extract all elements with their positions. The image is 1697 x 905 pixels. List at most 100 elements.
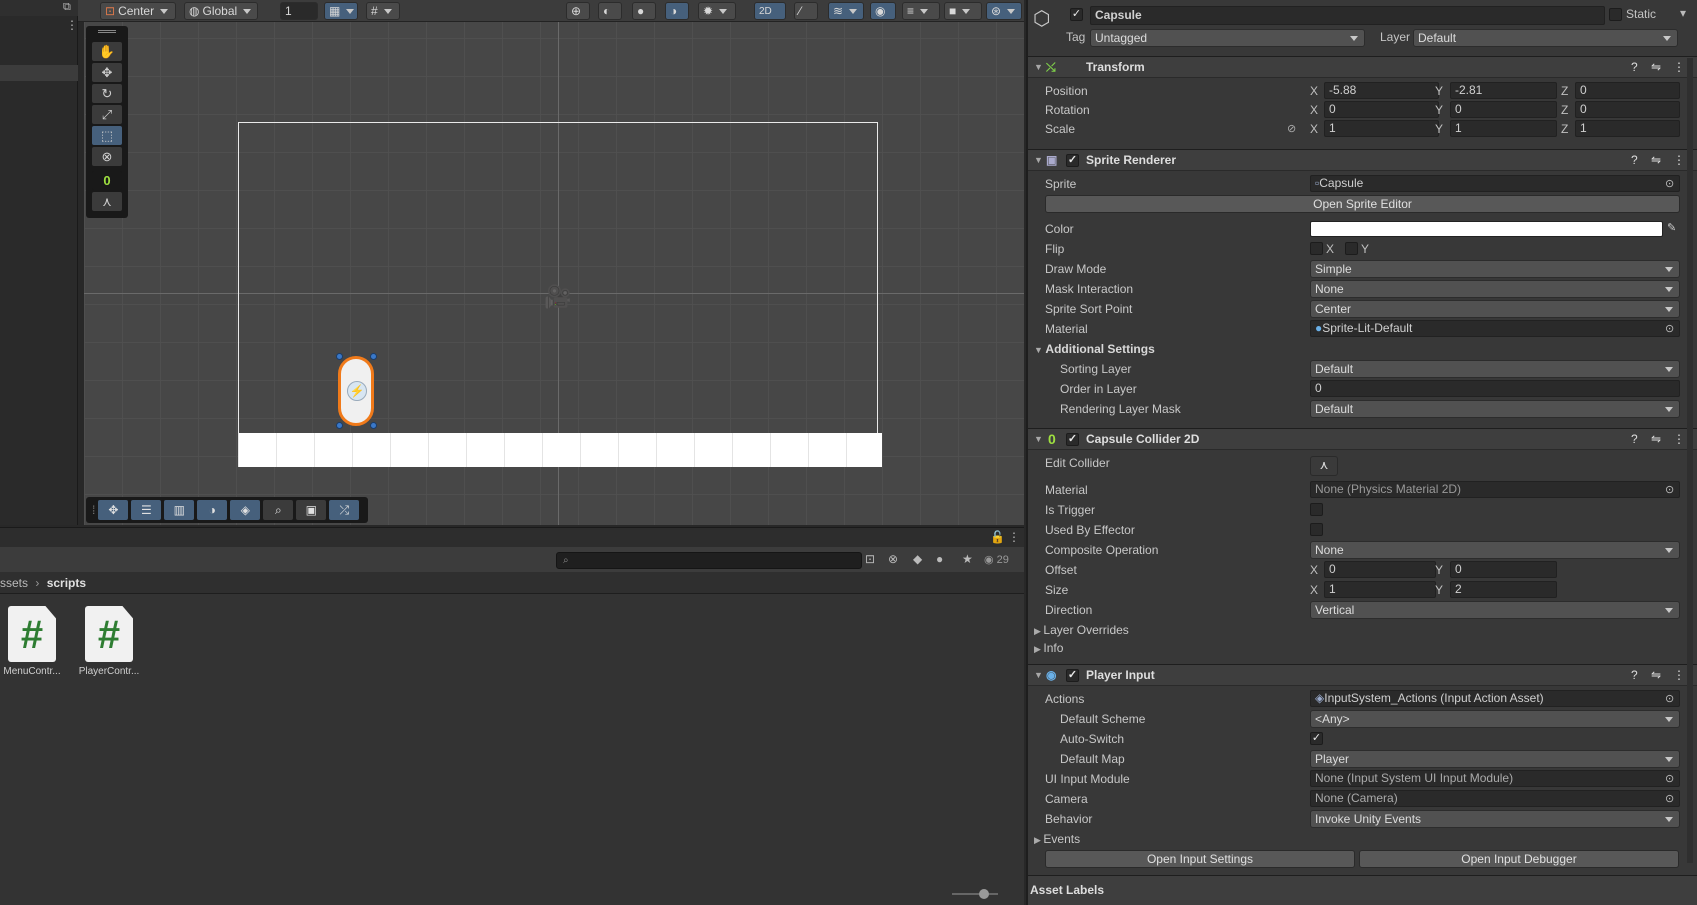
sorting-layer-dropdown[interactable]: Default bbox=[1310, 360, 1680, 378]
actions-field[interactable]: ◈InputSystem_Actions (Input Action Asset… bbox=[1310, 690, 1680, 707]
object-picker-icon[interactable]: ⊙ bbox=[1665, 792, 1674, 805]
collider-material-field[interactable]: None (Physics Material 2D) bbox=[1310, 481, 1680, 498]
default-map-dropdown[interactable]: Player bbox=[1310, 750, 1680, 768]
sprite-renderer-header[interactable]: ▼ ▣ ✓ Sprite Renderer ? ⇋ ⋮ bbox=[1028, 149, 1697, 171]
drag-handle-icon[interactable] bbox=[98, 30, 116, 33]
rect-handle-br[interactable] bbox=[370, 422, 377, 429]
grid-button[interactable]: ▥ bbox=[164, 500, 195, 520]
transform-tool[interactable]: ⊗ bbox=[92, 147, 122, 166]
edit-collider-tool[interactable]: ⋏ bbox=[92, 192, 122, 211]
help-icon[interactable]: ? bbox=[1631, 57, 1638, 77]
fx-toggle[interactable]: ≋ bbox=[828, 2, 864, 20]
pivot-dropdown[interactable]: ⊡ Center bbox=[100, 2, 176, 20]
rect-handle-bl[interactable] bbox=[336, 422, 343, 429]
object-picker-icon[interactable]: ⊙ bbox=[1665, 772, 1674, 785]
offset-x-field[interactable]: 0 bbox=[1324, 561, 1436, 578]
hand-tool[interactable]: ✋ bbox=[92, 42, 122, 61]
tag-icon[interactable]: ◆ bbox=[913, 552, 922, 566]
static-dropdown-icon[interactable]: ▾ bbox=[1680, 6, 1686, 20]
grid-visibility-button[interactable]: # bbox=[366, 2, 400, 20]
preset-icon[interactable]: ⇋ bbox=[1651, 429, 1661, 449]
eyedropper-icon[interactable]: ✎ bbox=[1667, 221, 1676, 234]
constrain-link-icon[interactable]: ⊘ bbox=[1287, 122, 1296, 135]
preset-icon[interactable]: ⇋ bbox=[1651, 57, 1661, 77]
move-tool[interactable]: ✥ bbox=[92, 63, 122, 82]
used-by-effector-checkbox[interactable] bbox=[1310, 523, 1323, 536]
order-in-layer-field[interactable]: 0 bbox=[1310, 380, 1680, 397]
size-x-field[interactable]: 1 bbox=[1324, 581, 1436, 598]
object-picker-icon[interactable]: ⊙ bbox=[1665, 322, 1674, 335]
hierarchy-menu-icon[interactable]: ⋮ bbox=[66, 18, 78, 32]
position-y-field[interactable]: -2.81 bbox=[1450, 82, 1557, 99]
search-by-label-icon[interactable]: ⊗ bbox=[888, 552, 898, 566]
flip-y-checkbox[interactable] bbox=[1345, 242, 1358, 255]
zoom-slider-track[interactable] bbox=[952, 893, 998, 895]
position-z-field[interactable]: 0 bbox=[1575, 82, 1680, 99]
events-foldout[interactable]: ▶ Events bbox=[1034, 830, 1080, 848]
layers-dropdown[interactable]: ≡ bbox=[902, 2, 940, 20]
help-icon[interactable]: ? bbox=[1631, 665, 1638, 685]
is-trigger-checkbox[interactable] bbox=[1310, 503, 1323, 516]
shaded-wire-button[interactable]: ◐ bbox=[598, 2, 622, 20]
hierarchy-selected-row[interactable] bbox=[0, 65, 78, 81]
capsule-sprite[interactable]: ⚡ bbox=[338, 356, 374, 426]
sprite-field[interactable]: ▫Capsule bbox=[1310, 175, 1680, 192]
shaded-button[interactable]: ● bbox=[632, 2, 656, 20]
composite-operation-dropdown[interactable]: None bbox=[1310, 541, 1680, 559]
object-picker-icon[interactable]: ⊙ bbox=[1665, 177, 1674, 190]
transform-header[interactable]: ▼ ⤯ Transform ? ⇋ ⋮ bbox=[1028, 56, 1697, 78]
shuffle-button[interactable]: ⤮ bbox=[329, 500, 360, 520]
ground-sprite[interactable] bbox=[238, 433, 882, 467]
hidden-packages-toggle[interactable]: ◉ 29 bbox=[984, 553, 1009, 566]
collider-enabled-checkbox[interactable]: ✓ bbox=[1066, 433, 1079, 446]
object-picker-icon[interactable]: ⊙ bbox=[1665, 483, 1674, 496]
default-scheme-dropdown[interactable]: <Any> bbox=[1310, 710, 1680, 728]
inspector-scrollbar[interactable] bbox=[1687, 58, 1693, 863]
rotation-x-field[interactable]: 0 bbox=[1324, 101, 1439, 118]
offset-y-field[interactable]: 0 bbox=[1450, 561, 1557, 578]
color-swatch[interactable] bbox=[1310, 221, 1663, 237]
open-sprite-editor-button[interactable]: Open Sprite Editor bbox=[1045, 195, 1680, 213]
flip-x-checkbox[interactable] bbox=[1310, 242, 1323, 255]
project-assets-view[interactable]: # MenuContr... # PlayerContr... bbox=[0, 594, 1024, 905]
asset-item[interactable]: # PlayerContr... bbox=[74, 606, 144, 677]
object-name-field[interactable]: Capsule bbox=[1090, 6, 1605, 25]
project-search-input[interactable]: ⌕ bbox=[556, 552, 862, 569]
capsule-collider-header[interactable]: ▼ 0 ✓ Capsule Collider 2D ? ⇋ ⋮ bbox=[1028, 428, 1697, 450]
info-foldout[interactable]: ▶ Info bbox=[1034, 639, 1063, 657]
lighting-toggle[interactable]: ⁄ bbox=[794, 2, 818, 20]
draw-mode-button[interactable]: ⊕ bbox=[566, 2, 590, 20]
ui-input-module-field[interactable]: None (Input System UI Input Module) bbox=[1310, 770, 1680, 787]
breadcrumb-current[interactable]: scripts bbox=[47, 576, 86, 590]
shading-button[interactable]: ◑ bbox=[197, 500, 228, 520]
asset-item[interactable]: # MenuContr... bbox=[0, 606, 67, 677]
context-menu-icon[interactable]: ⋮ bbox=[1673, 57, 1685, 77]
lock-icon[interactable]: 🔓 bbox=[990, 530, 1005, 544]
rect-handle-tl[interactable] bbox=[336, 353, 343, 360]
settings-button[interactable]: ☰ bbox=[131, 500, 162, 520]
camera-field[interactable]: None (Camera) bbox=[1310, 790, 1680, 807]
rotation-z-field[interactable]: 0 bbox=[1575, 101, 1680, 118]
edit-collider-button[interactable]: ⋏ bbox=[1310, 456, 1338, 476]
context-menu-icon[interactable]: ⋮ bbox=[1673, 665, 1685, 685]
rect-handle-tr[interactable] bbox=[370, 353, 377, 360]
direction-dropdown[interactable]: Vertical bbox=[1310, 601, 1680, 619]
panel-menu-icon[interactable]: ⋮ bbox=[1008, 530, 1020, 544]
sort-point-dropdown[interactable]: Center bbox=[1310, 300, 1680, 318]
position-x-field[interactable]: -5.88 bbox=[1324, 82, 1439, 99]
collider-tool[interactable]: 0 bbox=[92, 171, 122, 190]
scale-tool[interactable]: ⤢ bbox=[92, 105, 122, 124]
size-y-field[interactable]: 2 bbox=[1450, 581, 1557, 598]
sprite-renderer-enabled-checkbox[interactable]: ✓ bbox=[1066, 154, 1079, 167]
player-input-header[interactable]: ▼ ◉ ✓ Player Input ? ⇋ ⋮ bbox=[1028, 664, 1697, 686]
help-icon[interactable]: ? bbox=[1631, 429, 1638, 449]
preset-icon[interactable]: ⇋ bbox=[1651, 665, 1661, 685]
grid-snap-button[interactable]: ▦ bbox=[324, 2, 358, 20]
increment-field[interactable]: 1 bbox=[280, 2, 318, 20]
player-input-enabled-checkbox[interactable]: ✓ bbox=[1066, 669, 1079, 682]
tag-dropdown[interactable]: Untagged bbox=[1090, 29, 1365, 47]
additional-settings-foldout[interactable]: ▼ Additional Settings bbox=[1034, 340, 1155, 358]
draw-mode-dropdown[interactable]: Simple bbox=[1310, 260, 1680, 278]
context-menu-icon[interactable]: ⋮ bbox=[1673, 150, 1685, 170]
tilemap-button[interactable]: ◈ bbox=[230, 500, 261, 520]
